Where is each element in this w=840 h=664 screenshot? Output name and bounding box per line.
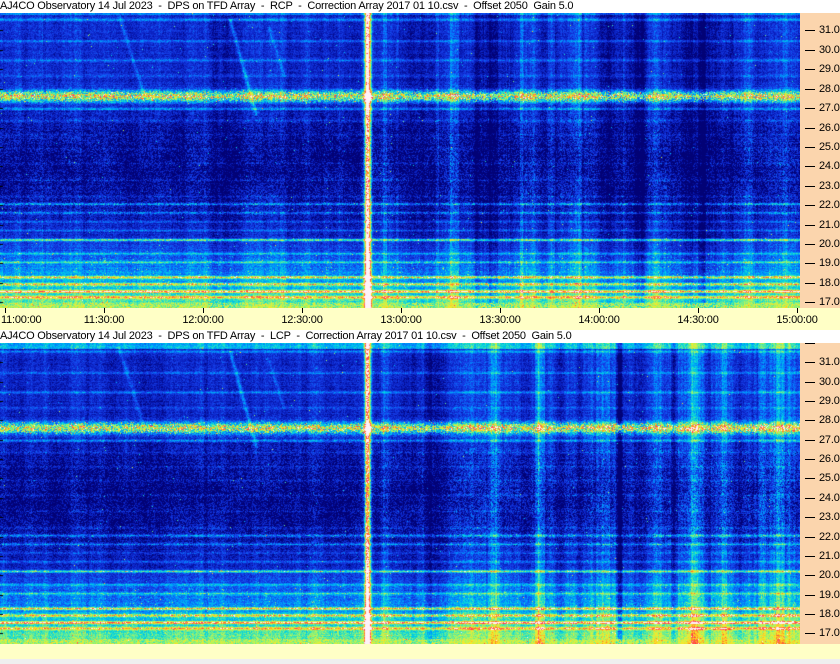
time-tick: [599, 308, 600, 313]
time-tick: [500, 308, 501, 313]
freq-tick-label: 24.0: [819, 492, 840, 504]
time-tick-label: 13:30:00: [479, 314, 521, 326]
freq-tick: [805, 30, 815, 31]
freq-tick: [805, 401, 815, 402]
freq-axis-lcp: 31.0 30.0 29.0 28.0 27.0 26.0 25.0 24.0 23.0 22.0…: [800, 343, 840, 644]
freq-tick-label: 27.0: [819, 434, 840, 446]
time-tick-label: 14:00:00: [578, 314, 620, 326]
freq-tick: [805, 537, 815, 538]
spectrogram-panel-lcp: AJ4CO Observatory 14 Jul 2023 - DPS on T…: [0, 330, 840, 659]
freq-tick: [805, 633, 815, 634]
freq-tick-label: 28.0: [819, 414, 840, 426]
time-tick-label: 12:00:00: [182, 314, 224, 326]
freq-tick: [805, 382, 815, 383]
freq-tick: [805, 440, 815, 441]
freq-tick-label: 19.0: [819, 589, 840, 601]
time-tick: [302, 308, 303, 313]
freq-tick-label: 31.0: [819, 356, 840, 368]
freq-tick: [805, 166, 815, 167]
time-axis-lcp-cut-off: [0, 644, 840, 659]
time-tick: [401, 308, 402, 313]
freq-tick-label: 20.0: [819, 238, 840, 250]
freq-tick: [805, 302, 815, 303]
freq-tick-label: 17.0: [819, 296, 840, 308]
freq-tick-label: 19.0: [819, 257, 840, 269]
time-tick: [797, 308, 798, 313]
freq-tick-label: 17.0: [819, 627, 840, 639]
freq-tick-label: 30.0: [819, 44, 840, 56]
freq-tick: [805, 575, 815, 576]
freq-tick-label: 29.0: [819, 395, 840, 407]
freq-tick-label: 25.0: [819, 472, 840, 484]
freq-tick-label: 20.0: [819, 569, 840, 581]
time-tick: [698, 308, 699, 313]
window-footer: [0, 659, 840, 664]
spectrogram-canvas-rcp[interactable]: [0, 13, 800, 308]
freq-tick: [805, 614, 815, 615]
time-tick-label: 11:00:00: [1, 314, 42, 326]
freq-tick: [805, 498, 815, 499]
freq-tick: [805, 263, 815, 264]
time-tick-label: 12:30:00: [281, 314, 323, 326]
freq-tick: [805, 459, 815, 460]
freq-tick: [805, 283, 815, 284]
panel-title-lcp: AJ4CO Observatory 14 Jul 2023 - DPS on T…: [0, 330, 840, 343]
freq-tick-label: 22.0: [819, 199, 840, 211]
time-tick-label: 13:00:00: [380, 314, 422, 326]
freq-tick: [805, 478, 815, 479]
freq-tick-label: 18.0: [819, 277, 840, 289]
time-tick: [203, 308, 204, 313]
freq-tick-label: 21.0: [819, 550, 840, 562]
freq-tick: [805, 147, 815, 148]
freq-tick-label: 30.0: [819, 376, 840, 388]
freq-tick-label: 27.0: [819, 102, 840, 114]
freq-tick-label: 29.0: [819, 63, 840, 75]
freq-tick-label: 26.0: [819, 453, 840, 465]
freq-tick: [805, 244, 815, 245]
freq-tick: [805, 556, 815, 557]
time-tick-label: 15:00:00: [776, 314, 818, 326]
plot-area-rcp: 31.0 30.0 29.0 28.0 27.0 26.0 25.0 24.0 23.0 22.0…: [0, 13, 840, 308]
freq-tick-label: 24.0: [819, 160, 840, 172]
freq-tick: [805, 89, 815, 90]
freq-tick-label: 23.0: [819, 511, 840, 523]
plot-area-lcp: 31.0 30.0 29.0 28.0 27.0 26.0 25.0 24.0 23.0 22.0…: [0, 343, 840, 644]
freq-tick: [805, 108, 815, 109]
freq-tick-label: 28.0: [819, 83, 840, 95]
spectrogram-panel-rcp: AJ4CO Observatory 14 Jul 2023 - DPS on T…: [0, 0, 840, 330]
freq-tick: [805, 362, 815, 363]
freq-tick: [805, 420, 815, 421]
freq-axis-rcp: 31.0 30.0 29.0 28.0 27.0 26.0 25.0 24.0 23.0 22.0…: [800, 13, 840, 308]
freq-tick-label: 18.0: [819, 608, 840, 620]
freq-tick: [805, 69, 815, 70]
freq-tick: [805, 595, 815, 596]
freq-tick-label: 23.0: [819, 180, 840, 192]
freq-tick: [805, 205, 815, 206]
time-tick-label: 11:30:00: [83, 314, 125, 326]
freq-tick: [805, 517, 815, 518]
freq-tick: [805, 225, 815, 226]
freq-tick: [805, 128, 815, 129]
freq-tick-label: 25.0: [819, 141, 840, 153]
freq-tick-label: 22.0: [819, 531, 840, 543]
freq-tick: [805, 50, 815, 51]
spectrograph-window: AJ4CO Observatory 14 Jul 2023 - DPS on T…: [0, 0, 840, 664]
freq-tick-label: 26.0: [819, 122, 840, 134]
freq-tick: [805, 186, 815, 187]
panel-title-rcp: AJ4CO Observatory 14 Jul 2023 - DPS on T…: [0, 0, 840, 13]
time-tick: [5, 308, 6, 313]
spectrogram-canvas-lcp[interactable]: [0, 343, 800, 644]
time-axis-rcp: 11:00:00 11:30:00 12:00:00 12:30:00 13:00:00…: [0, 308, 840, 330]
freq-tick-label: 31.0: [819, 24, 840, 36]
time-tick-label: 14:30:00: [677, 314, 719, 326]
freq-tick: [805, 343, 815, 344]
time-tick: [104, 308, 105, 313]
freq-tick-label: 21.0: [819, 219, 840, 231]
